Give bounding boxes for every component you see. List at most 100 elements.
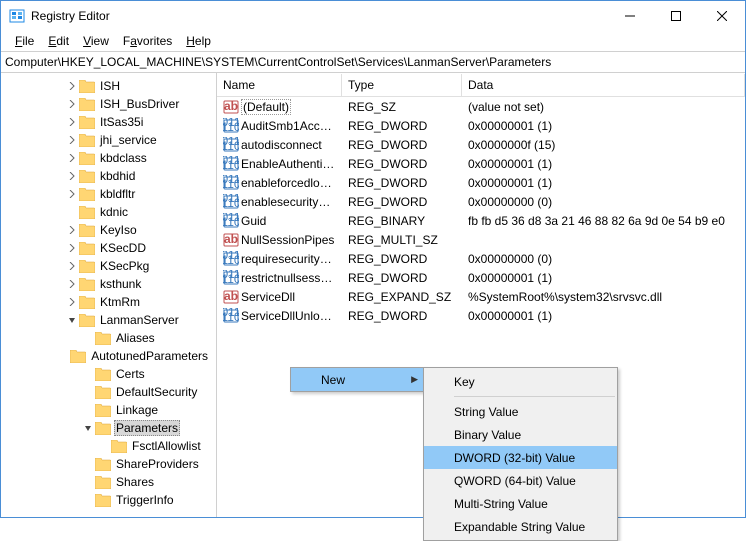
- folder-icon: [79, 278, 95, 291]
- chevron-icon[interactable]: [65, 118, 79, 126]
- tree-item[interactable]: Shares: [1, 473, 216, 491]
- tree-item[interactable]: kbdhid: [1, 167, 216, 185]
- tree-item[interactable]: KtmRm: [1, 293, 216, 311]
- tree-label: AutotunedParameters: [89, 349, 210, 363]
- tree-item[interactable]: DefaultSecurity: [1, 383, 216, 401]
- submenu-qword[interactable]: QWORD (64-bit) Value: [424, 469, 617, 492]
- submenu-expandstring[interactable]: Expandable String Value: [424, 515, 617, 538]
- tree-item[interactable]: ISH_BusDriver: [1, 95, 216, 113]
- value-type: REG_DWORD: [342, 176, 462, 190]
- value-name: ServiceDll: [241, 290, 295, 304]
- value-row[interactable]: abNullSessionPipesREG_MULTI_SZ: [217, 230, 745, 249]
- tree-label: Certs: [114, 367, 147, 381]
- chevron-icon[interactable]: [65, 154, 79, 162]
- close-button[interactable]: [699, 1, 745, 31]
- tree-item[interactable]: kdnic: [1, 203, 216, 221]
- chevron-icon[interactable]: [65, 82, 79, 90]
- value-type: REG_SZ: [342, 100, 462, 114]
- tree-item[interactable]: kbldfltr: [1, 185, 216, 203]
- tree-item[interactable]: AutotunedParameters: [1, 347, 216, 365]
- value-row[interactable]: 011110ServiceDllUnloa...REG_DWORD0x00000…: [217, 306, 745, 325]
- tree-label: ShareProviders: [114, 457, 201, 471]
- value-row[interactable]: 011110autodisconnectREG_DWORD0x0000000f …: [217, 135, 745, 154]
- submenu-binary[interactable]: Binary Value: [424, 423, 617, 446]
- tree-item[interactable]: LanmanServer: [1, 311, 216, 329]
- value-row[interactable]: 011110AuditSmb1AccessREG_DWORD0x00000001…: [217, 116, 745, 135]
- tree-item[interactable]: Parameters: [1, 419, 216, 437]
- chevron-icon[interactable]: [65, 226, 79, 234]
- tree-item[interactable]: Linkage: [1, 401, 216, 419]
- minimize-button[interactable]: [607, 1, 653, 31]
- tree-item[interactable]: ISH: [1, 77, 216, 95]
- value-row[interactable]: 011110enablesecuritysi...REG_DWORD0x0000…: [217, 192, 745, 211]
- chevron-icon[interactable]: [65, 262, 79, 270]
- submenu-multistring[interactable]: Multi-String Value: [424, 492, 617, 515]
- value-icon: ab: [223, 232, 239, 248]
- tree-item[interactable]: FsctlAllowlist: [1, 437, 216, 455]
- chevron-icon[interactable]: [65, 280, 79, 288]
- tree-item[interactable]: Aliases: [1, 329, 216, 347]
- value-row[interactable]: 011110restrictnullsessa...REG_DWORD0x000…: [217, 268, 745, 287]
- value-data: 0x00000000 (0): [462, 252, 745, 266]
- chevron-icon[interactable]: [65, 172, 79, 180]
- value-row[interactable]: abServiceDllREG_EXPAND_SZ%SystemRoot%\sy…: [217, 287, 745, 306]
- value-icon: 011110: [223, 118, 239, 134]
- submenu-key[interactable]: Key: [424, 370, 617, 393]
- tree-label: KSecDD: [98, 241, 148, 255]
- tree-item[interactable]: KSecDD: [1, 239, 216, 257]
- value-icon: 011110: [223, 308, 239, 324]
- submenu-dword[interactable]: DWORD (32-bit) Value: [424, 446, 617, 469]
- tree-item[interactable]: jhi_service: [1, 131, 216, 149]
- tree-item[interactable]: KeyIso: [1, 221, 216, 239]
- tree-label: Linkage: [114, 403, 160, 417]
- value-name: EnableAuthentic...: [241, 157, 336, 171]
- chevron-icon[interactable]: [65, 298, 79, 306]
- menu-view[interactable]: View: [77, 32, 115, 50]
- value-data: (value not set): [462, 100, 745, 114]
- menu-edit[interactable]: Edit: [42, 32, 75, 50]
- col-name[interactable]: Name: [217, 74, 342, 96]
- menu-file[interactable]: File: [9, 32, 40, 50]
- tree-item[interactable]: ksthunk: [1, 275, 216, 293]
- value-type: REG_DWORD: [342, 138, 462, 152]
- chevron-icon[interactable]: [65, 136, 79, 144]
- chevron-icon[interactable]: [81, 424, 95, 432]
- svg-text:110: 110: [223, 215, 239, 229]
- value-row[interactable]: 011110GuidREG_BINARYfb fb d5 36 d8 3a 21…: [217, 211, 745, 230]
- submenu-string[interactable]: String Value: [424, 400, 617, 423]
- context-menu[interactable]: New ▶: [290, 367, 425, 392]
- value-row[interactable]: ab(Default)REG_SZ(value not set): [217, 97, 745, 116]
- folder-icon: [70, 350, 86, 363]
- context-submenu[interactable]: Key String Value Binary Value DWORD (32-…: [423, 367, 618, 541]
- tree-panel[interactable]: ISHISH_BusDriverItSas35ijhi_servicekbdcl…: [1, 73, 217, 517]
- folder-icon: [95, 404, 111, 417]
- col-type[interactable]: Type: [342, 74, 462, 96]
- address-bar[interactable]: Computer\HKEY_LOCAL_MACHINE\SYSTEM\Curre…: [1, 51, 745, 73]
- value-name: enablesecuritysi...: [241, 195, 336, 209]
- chevron-icon[interactable]: [65, 100, 79, 108]
- folder-icon: [95, 386, 111, 399]
- column-headers: Name Type Data: [217, 73, 745, 97]
- value-row[interactable]: 011110enableforcedlog...REG_DWORD0x00000…: [217, 173, 745, 192]
- tree-item[interactable]: Certs: [1, 365, 216, 383]
- chevron-icon[interactable]: [65, 244, 79, 252]
- value-row[interactable]: 011110EnableAuthentic...REG_DWORD0x00000…: [217, 154, 745, 173]
- menu-favorites[interactable]: Favorites: [117, 32, 178, 50]
- tree-item[interactable]: ShareProviders: [1, 455, 216, 473]
- chevron-icon[interactable]: [65, 190, 79, 198]
- tree-item[interactable]: kbdclass: [1, 149, 216, 167]
- folder-icon: [111, 440, 127, 453]
- tree-item[interactable]: KSecPkg: [1, 257, 216, 275]
- tree-item[interactable]: ItSas35i: [1, 113, 216, 131]
- value-row[interactable]: 011110requiresecuritysi...REG_DWORD0x000…: [217, 249, 745, 268]
- tree-label: LanmanServer: [98, 313, 181, 327]
- context-menu-new[interactable]: New ▶: [291, 368, 424, 391]
- col-data[interactable]: Data: [462, 74, 745, 96]
- tree-label: Parameters: [114, 420, 180, 436]
- tree-label: kbdhid: [98, 169, 137, 183]
- tree-item[interactable]: TriggerInfo: [1, 491, 216, 509]
- chevron-icon[interactable]: [65, 316, 79, 324]
- value-type: REG_EXPAND_SZ: [342, 290, 462, 304]
- menu-help[interactable]: Help: [180, 32, 217, 50]
- maximize-button[interactable]: [653, 1, 699, 31]
